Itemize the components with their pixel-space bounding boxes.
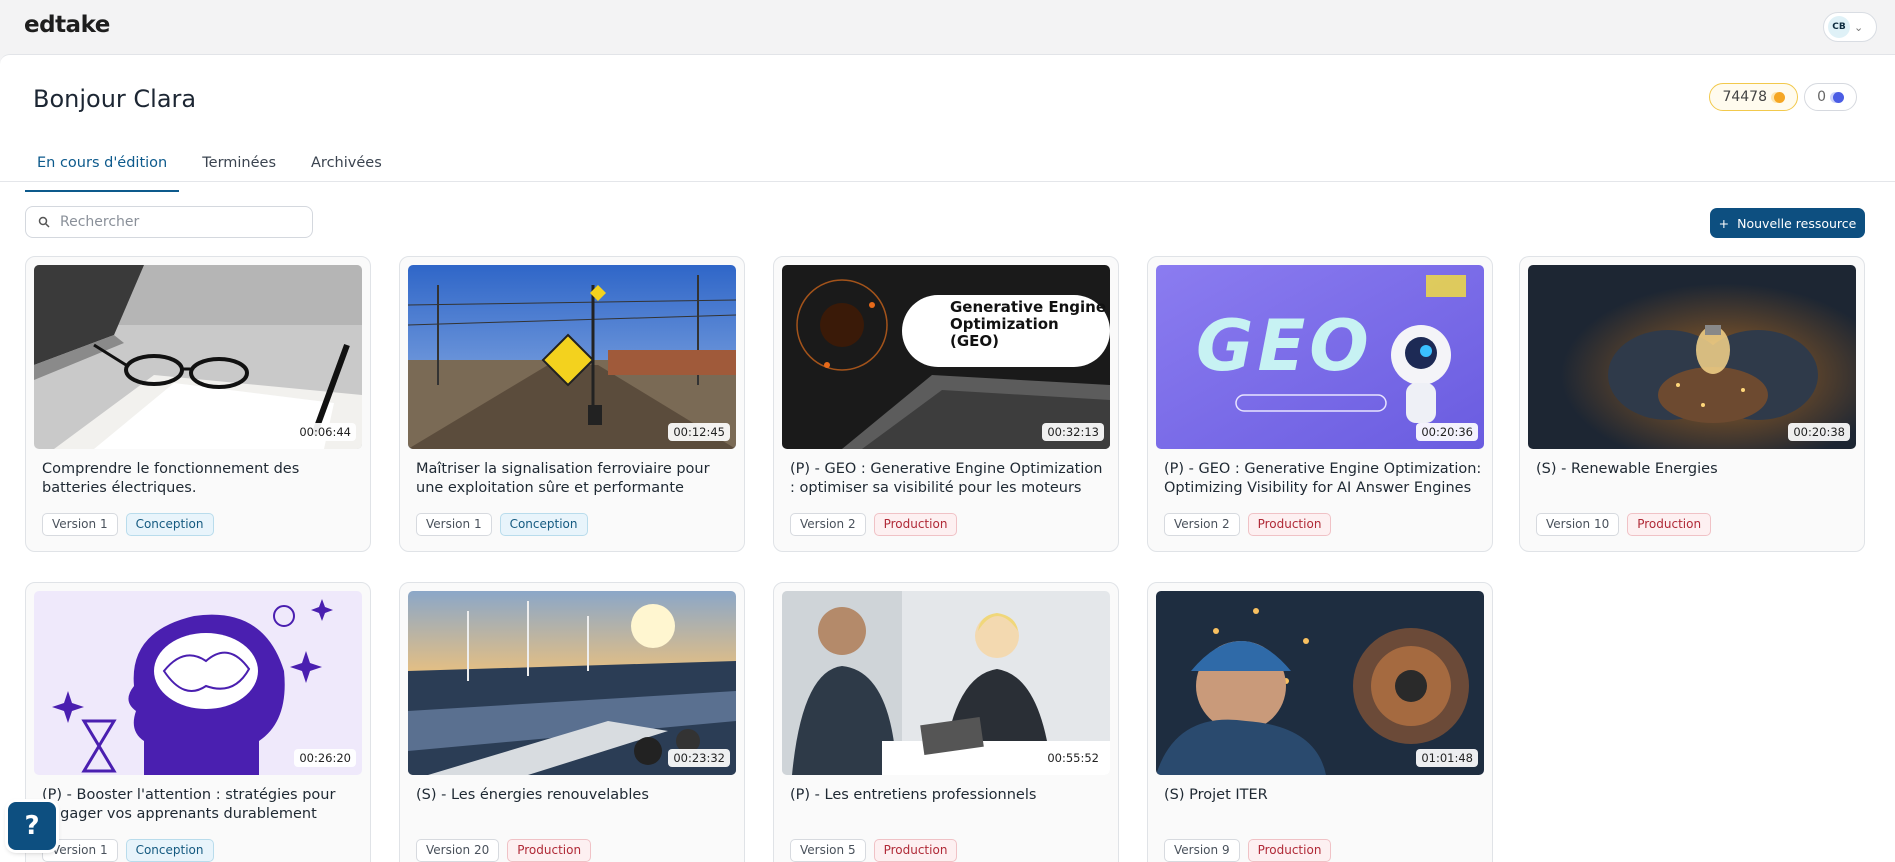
- duration-badge: 00:26:20: [294, 749, 356, 767]
- thumbnail-image: [1156, 591, 1484, 775]
- resource-card[interactable]: GEO 00:20:36 (P) - GEO : Generative Engi…: [1147, 256, 1493, 552]
- search-input[interactable]: [60, 214, 280, 230]
- card-thumbnail[interactable]: 00:55:52: [782, 591, 1110, 775]
- version-tag: Version 2: [790, 513, 866, 536]
- tokens-badge[interactable]: 0: [1804, 83, 1857, 111]
- card-thumbnail[interactable]: 00:23:32: [408, 591, 736, 775]
- card-title[interactable]: (S) Projet ITER: [1164, 786, 1484, 805]
- duration-badge: 00:20:38: [1788, 423, 1850, 441]
- resource-card[interactable]: 00:26:20 (P) - Booster l'attention : str…: [25, 582, 371, 862]
- status-badge: Production: [1627, 513, 1712, 536]
- credits-value: 74478: [1722, 89, 1767, 105]
- coin-icon: [1774, 91, 1785, 103]
- status-badge: Conception: [125, 513, 214, 536]
- card-tags: Version 10 Production: [1536, 513, 1712, 536]
- tab-bar: En cours d'édition Terminées Archivées: [25, 147, 405, 192]
- duration-badge: 00:32:13: [1042, 423, 1104, 441]
- thumbnail-image: [782, 591, 1110, 775]
- card-tags: Version 20 Production: [416, 839, 592, 862]
- search-box[interactable]: [25, 206, 313, 238]
- version-tag: Version 5: [790, 839, 866, 862]
- version-tag: Version 9: [1164, 839, 1240, 862]
- card-title[interactable]: (P) - GEO : Generative Engine Optimizati…: [790, 460, 1110, 498]
- resource-card[interactable]: 00:23:32 (S) - Les énergies renouvelable…: [399, 582, 745, 862]
- duration-badge: 01:01:48: [1416, 749, 1478, 767]
- avatar[interactable]: CB: [1828, 16, 1850, 38]
- thumbnail-image: [1528, 265, 1856, 449]
- status-badge: Production: [873, 513, 958, 536]
- card-title[interactable]: (P) - GEO : Generative Engine Optimizati…: [1164, 460, 1484, 498]
- duration-badge: 00:55:52: [1042, 749, 1104, 767]
- resource-card[interactable]: 00:12:45 Maîtriser la signalisation ferr…: [399, 256, 745, 552]
- resource-card[interactable]: 00:20:38 (S) - Renewable Energies Versio…: [1519, 256, 1865, 552]
- status-badge: Production: [873, 839, 958, 862]
- thumbnail-image: [34, 591, 362, 775]
- card-tags: Version 1 Conception: [42, 839, 214, 862]
- card-thumbnail[interactable]: 00:26:20: [34, 591, 362, 775]
- tab-divider: [0, 181, 1895, 182]
- card-tags: Version 9 Production: [1164, 839, 1332, 862]
- tab-en-cours[interactable]: En cours d'édition: [25, 147, 180, 192]
- version-tag: Version 20: [416, 839, 500, 862]
- thumbnail-caption: GEO: [1196, 305, 1373, 387]
- thumbnail-caption: Generative Engine Optimization (GEO): [950, 298, 1106, 350]
- card-tags: Version 5 Production: [790, 839, 958, 862]
- card-tags: Version 2 Production: [790, 513, 958, 536]
- card-thumbnail[interactable]: 01:01:48: [1156, 591, 1484, 775]
- card-thumbnail[interactable]: 00:12:45: [408, 265, 736, 449]
- card-title[interactable]: Comprendre le fonctionnement des batteri…: [42, 460, 362, 498]
- version-tag: Version 2: [1164, 513, 1240, 536]
- version-tag: Version 10: [1536, 513, 1620, 536]
- card-title[interactable]: (P) - Booster l'attention : stratégies p…: [42, 786, 362, 824]
- new-resource-button[interactable]: + Nouvelle ressource: [1710, 208, 1865, 238]
- card-thumbnail[interactable]: 00:20:38: [1528, 265, 1856, 449]
- version-tag: Version 1: [42, 513, 118, 536]
- card-tags: Version 2 Production: [1164, 513, 1332, 536]
- card-title[interactable]: (S) - Renewable Energies: [1536, 460, 1856, 479]
- duration-badge: 00:06:44: [294, 423, 356, 441]
- card-tags: Version 1 Conception: [42, 513, 214, 536]
- status-badge: Production: [1247, 839, 1332, 862]
- card-title[interactable]: (P) - Les entretiens professionnels: [790, 786, 1110, 805]
- tokens-value: 0: [1817, 89, 1826, 105]
- status-badge: Production: [507, 839, 592, 862]
- thumbnail-image: [34, 265, 362, 449]
- card-tags: Version 1 Conception: [416, 513, 588, 536]
- duration-badge: 00:12:45: [668, 423, 730, 441]
- tab-terminees[interactable]: Terminées: [190, 147, 288, 192]
- version-tag: Version 1: [416, 513, 492, 536]
- search-icon: [38, 216, 50, 228]
- resource-card[interactable]: 01:01:48 (S) Projet ITER Version 9 Produ…: [1147, 582, 1493, 862]
- tab-archivees[interactable]: Archivées: [299, 147, 394, 192]
- thumbnail-image: [782, 265, 1110, 449]
- status-badge: Conception: [125, 839, 214, 862]
- card-title[interactable]: (S) - Les énergies renouvelables: [416, 786, 736, 805]
- new-resource-label: Nouvelle ressource: [1737, 215, 1857, 231]
- user-menu[interactable]: CB ⌄: [1823, 12, 1877, 42]
- resource-card[interactable]: 00:06:44 Comprendre le fonctionnement de…: [25, 256, 371, 552]
- help-button[interactable]: ?: [8, 802, 56, 850]
- app-logo[interactable]: edtake: [24, 12, 110, 38]
- thumbnail-image: [408, 265, 736, 449]
- duration-badge: 00:23:32: [668, 749, 730, 767]
- thumbnail-image: [408, 591, 736, 775]
- chevron-down-icon: ⌄: [1854, 20, 1864, 34]
- credits-badge[interactable]: 74478: [1709, 83, 1798, 111]
- main-panel: Bonjour Clara 74478 0 En cours d'édition…: [0, 54, 1895, 862]
- page-title: Bonjour Clara: [33, 85, 197, 113]
- card-thumbnail[interactable]: GEO 00:20:36: [1156, 265, 1484, 449]
- plus-icon: +: [1718, 215, 1730, 231]
- status-badge: Conception: [499, 513, 588, 536]
- card-thumbnail[interactable]: 00:06:44: [34, 265, 362, 449]
- resource-card[interactable]: 00:55:52 (P) - Les entretiens profession…: [773, 582, 1119, 862]
- duration-badge: 00:20:36: [1416, 423, 1478, 441]
- token-icon: [1833, 91, 1844, 103]
- resource-card[interactable]: Generative Engine Optimization (GEO) 00:…: [773, 256, 1119, 552]
- card-title[interactable]: Maîtriser la signalisation ferroviaire p…: [416, 460, 736, 498]
- card-thumbnail[interactable]: Generative Engine Optimization (GEO) 00:…: [782, 265, 1110, 449]
- top-bar: edtake CB ⌄: [0, 0, 1895, 54]
- status-badge: Production: [1247, 513, 1332, 536]
